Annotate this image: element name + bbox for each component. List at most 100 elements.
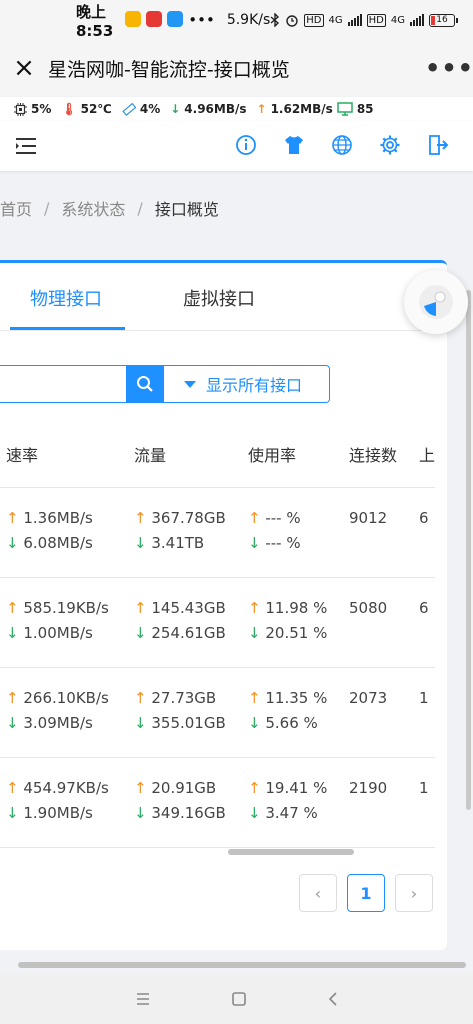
usage-down: 5.66 % bbox=[265, 714, 318, 732]
traffic-up: 367.78GB bbox=[151, 509, 226, 527]
monitor-icon bbox=[337, 102, 353, 116]
weibo-icon bbox=[125, 11, 142, 27]
battery-level: 16 bbox=[436, 14, 448, 25]
interface-filter: 显示所有接口 bbox=[0, 365, 330, 403]
toolbar bbox=[0, 121, 473, 171]
breadcrumb-separator: / bbox=[137, 198, 143, 218]
traffic-down: 3.41TB bbox=[151, 534, 205, 552]
upload-speed: 1.62MB/s bbox=[270, 102, 333, 116]
breadcrumb-separator: / bbox=[44, 198, 50, 218]
next-page-button[interactable]: › bbox=[395, 874, 433, 912]
interface-tabs: 物理接口 虚拟接口 bbox=[0, 263, 447, 331]
traffic-down: 254.61GB bbox=[151, 624, 226, 642]
home-icon[interactable] bbox=[231, 991, 247, 1007]
rate-down: 6.08MB/s bbox=[23, 534, 93, 552]
close-button[interactable]: × bbox=[0, 53, 48, 83]
alarm-icon bbox=[286, 15, 298, 27]
prev-page-button[interactable]: ‹ bbox=[299, 874, 337, 912]
connections-cell: 2190 bbox=[349, 779, 388, 797]
recent-apps-icon[interactable] bbox=[135, 992, 151, 1006]
traffic-down: 349.16GB bbox=[151, 804, 226, 822]
table-horizontal-scrollbar[interactable] bbox=[228, 849, 354, 855]
bluetooth-icon bbox=[270, 13, 280, 27]
system-info-bar: 5% 🌡 52℃ 4% ↓ 4.96MB/s ↑ 1.62MB/s 85 bbox=[0, 97, 473, 121]
cpu-icon bbox=[14, 102, 27, 116]
more-notifications-icon: ••• bbox=[188, 11, 215, 29]
traffic-cell: ↑ 20.91GB ↓ 349.16GB bbox=[134, 776, 226, 826]
system-navigation-bar bbox=[0, 974, 473, 1024]
upload-arrow-icon: ↑ bbox=[6, 599, 19, 617]
hd-badge: HD bbox=[304, 13, 324, 27]
rate-down: 3.09MB/s bbox=[23, 714, 93, 732]
usage-cell: ↑ 11.35 % ↓ 5.66 % bbox=[248, 686, 327, 736]
logout-icon[interactable] bbox=[427, 133, 449, 157]
usage-down: --- % bbox=[265, 534, 301, 552]
usage-up: --- % bbox=[265, 509, 301, 527]
info-icon[interactable] bbox=[235, 133, 257, 157]
page-title: 星浩网咖-智能流控-接口概览 bbox=[48, 58, 290, 81]
download-arrow-icon: ↓ bbox=[248, 624, 261, 642]
more-options-button[interactable]: ••• bbox=[425, 54, 473, 82]
upload-arrow-icon: ↑ bbox=[248, 779, 261, 797]
page-button[interactable]: 1 bbox=[347, 874, 385, 912]
download-arrow-icon: ↓ bbox=[248, 534, 261, 552]
download-arrow-icon: ↓ bbox=[248, 804, 261, 822]
table-row[interactable]: ↑ 1.36MB/s ↓ 6.08MB/s ↑ 367.78GB ↓ 3.41T… bbox=[0, 488, 435, 578]
tab-physical-interfaces[interactable]: 物理接口 bbox=[30, 285, 102, 311]
usage-up: 11.98 % bbox=[265, 599, 328, 617]
signal-1-icon bbox=[347, 14, 362, 26]
pagination: ‹ 1 › bbox=[299, 874, 433, 912]
floating-assistant-button[interactable] bbox=[404, 270, 468, 334]
truncated-cell: 1 bbox=[419, 779, 429, 797]
settings-gear-icon[interactable] bbox=[379, 133, 401, 157]
upload-arrow-icon: ↑ bbox=[248, 509, 261, 527]
rate-up: 585.19KB/s bbox=[23, 599, 109, 617]
header-connections[interactable]: 连接数 bbox=[349, 442, 397, 466]
table-row[interactable]: ↑ 266.10KB/s ↓ 3.09MB/s ↑ 27.73GB ↓ 355.… bbox=[0, 668, 435, 758]
notification-icons: ••• bbox=[125, 11, 215, 29]
page-vertical-scrollbar[interactable] bbox=[466, 290, 471, 810]
table-row[interactable]: ↑ 585.19KB/s ↓ 1.00MB/s ↑ 145.43GB ↓ 254… bbox=[0, 578, 435, 668]
back-icon[interactable] bbox=[327, 991, 339, 1007]
interface-filter-select[interactable]: 显示所有接口 bbox=[164, 365, 330, 403]
page-horizontal-scrollbar[interactable] bbox=[18, 962, 466, 968]
temperature: 52℃ bbox=[80, 102, 112, 116]
search-input[interactable] bbox=[0, 365, 126, 403]
header-rate[interactable]: 速率 bbox=[6, 442, 38, 466]
network-type-2: 4G bbox=[390, 14, 405, 26]
cpu-usage: 5% bbox=[31, 102, 52, 116]
download-arrow-icon: ↓ bbox=[6, 534, 19, 552]
breadcrumb-home[interactable]: 首页 bbox=[0, 196, 32, 220]
connections-cell: 9012 bbox=[349, 509, 388, 527]
filter-select-label: 显示所有接口 bbox=[206, 376, 303, 395]
network-type-1: 4G bbox=[328, 14, 343, 26]
download-arrow-icon: ↓ bbox=[6, 804, 19, 822]
title-bar: × 星浩网咖-智能流控-接口概览 ••• bbox=[0, 40, 473, 96]
tab-virtual-interfaces[interactable]: 虚拟接口 bbox=[183, 285, 255, 311]
upload-arrow-icon: ↑ bbox=[256, 102, 267, 116]
traffic-cell: ↑ 145.43GB ↓ 254.61GB bbox=[134, 596, 226, 646]
usage-up: 19.41 % bbox=[265, 779, 328, 797]
traffic-down: 355.01GB bbox=[151, 714, 226, 732]
upload-arrow-icon: ↑ bbox=[134, 599, 147, 617]
menu-toggle-icon[interactable] bbox=[14, 136, 38, 160]
upload-arrow-icon: ↑ bbox=[134, 509, 147, 527]
table-row[interactable]: ↑ 454.97KB/s ↓ 1.90MB/s ↑ 20.91GB ↓ 349.… bbox=[0, 758, 435, 848]
traffic-up: 145.43GB bbox=[151, 599, 226, 617]
header-traffic[interactable]: 流量 bbox=[134, 442, 166, 466]
traffic-up: 20.91GB bbox=[151, 779, 217, 797]
rate-cell: ↑ 454.97KB/s ↓ 1.90MB/s bbox=[6, 776, 109, 826]
breadcrumb-system-status[interactable]: 系统状态 bbox=[61, 196, 125, 220]
upload-arrow-icon: ↑ bbox=[6, 689, 19, 707]
theme-shirt-icon[interactable] bbox=[283, 133, 305, 157]
rate-up: 1.36MB/s bbox=[23, 509, 93, 527]
assistant-icon bbox=[419, 285, 453, 319]
breadcrumb: 首页 / 系统状态 / 接口概览 bbox=[0, 190, 219, 226]
globe-icon[interactable] bbox=[331, 133, 353, 157]
download-arrow-icon: ↓ bbox=[134, 534, 147, 552]
battery-icon: 16 bbox=[429, 13, 458, 27]
header-usage[interactable]: 使用率 bbox=[248, 442, 296, 466]
search-button[interactable] bbox=[126, 365, 164, 403]
truncated-cell: 1 bbox=[419, 689, 429, 707]
rate-cell: ↑ 266.10KB/s ↓ 3.09MB/s bbox=[6, 686, 109, 736]
